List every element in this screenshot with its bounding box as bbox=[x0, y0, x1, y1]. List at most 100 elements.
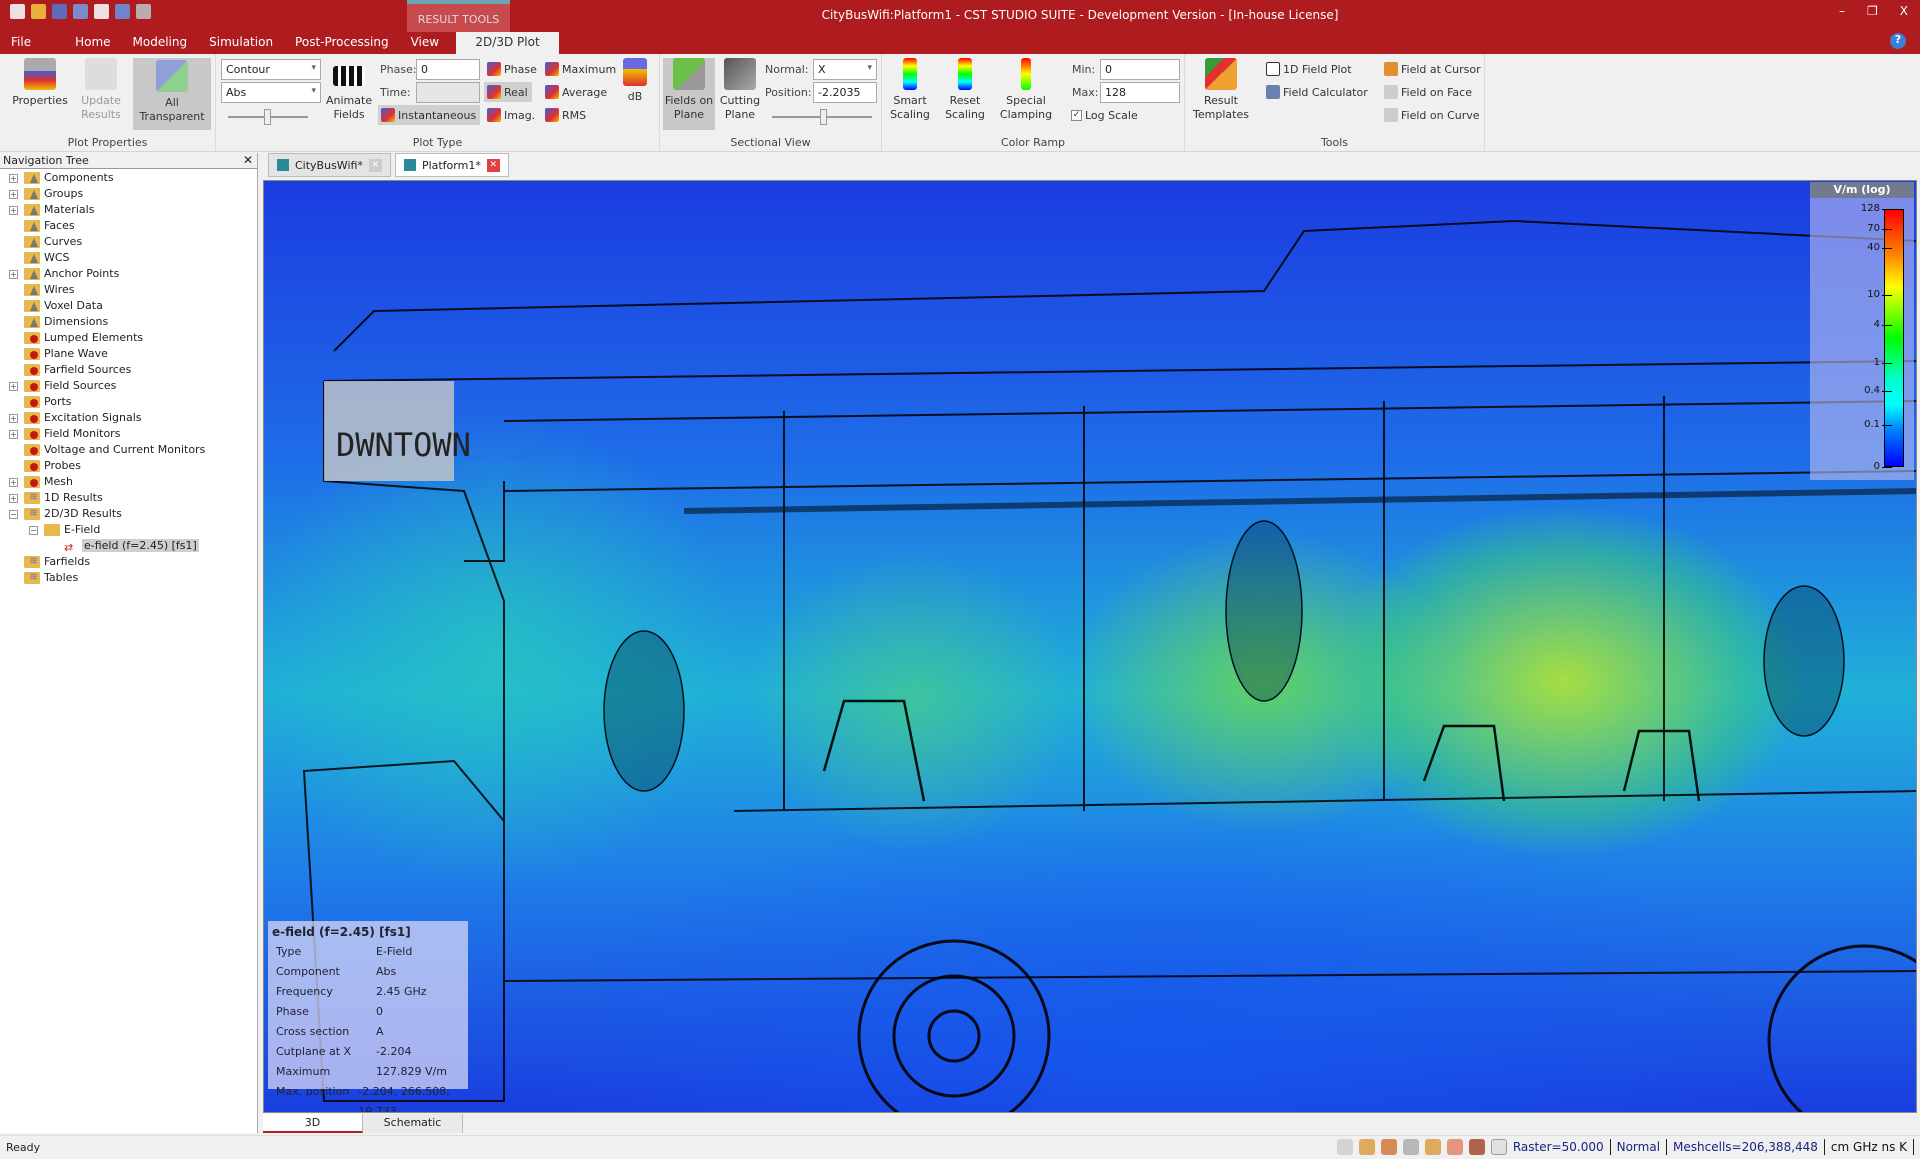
expand-toggle-icon[interactable]: + bbox=[9, 190, 18, 199]
properties-label: Properties bbox=[12, 94, 68, 107]
position-slider[interactable] bbox=[772, 109, 872, 125]
tree-item[interactable]: + Materials bbox=[0, 202, 257, 218]
properties-button[interactable]: Properties bbox=[6, 58, 74, 108]
tree-item[interactable]: WCS bbox=[0, 250, 257, 266]
imag-button[interactable]: Imag. bbox=[484, 105, 538, 125]
cutting-plane-button[interactable]: Cutting Plane bbox=[718, 58, 762, 122]
tree-item[interactable]: Curves bbox=[0, 234, 257, 250]
tab-file[interactable]: File bbox=[0, 32, 42, 54]
fit-view-icon[interactable] bbox=[1446, 1139, 1463, 1155]
tab-2d3d-plot[interactable]: 2D/3D Plot bbox=[456, 32, 560, 54]
tree-item[interactable]: Lumped Elements bbox=[0, 330, 257, 346]
tree-item[interactable]: Probes bbox=[0, 458, 257, 474]
plot-type-select[interactable]: Contour bbox=[221, 59, 321, 80]
expand-toggle-icon[interactable]: + bbox=[9, 414, 18, 423]
maximum-button[interactable]: Maximum bbox=[542, 59, 619, 79]
rms-button[interactable]: RMS bbox=[542, 105, 589, 125]
3d-viewport[interactable]: DWNTOWN V/m (log) 128 70 40 10 4 1 0.4 0.1 0 e-f… bbox=[263, 180, 1917, 1113]
expand-toggle-icon[interactable]: + bbox=[9, 270, 18, 279]
instantaneous-button[interactable]: Instantaneous bbox=[378, 105, 480, 125]
spin-icon[interactable] bbox=[1424, 1139, 1441, 1155]
tree-item[interactable]: + Field Sources bbox=[0, 378, 257, 394]
tree-item[interactable]: + Groups bbox=[0, 186, 257, 202]
expand-toggle-icon[interactable]: + bbox=[9, 478, 18, 487]
tree-item[interactable]: + Anchor Points bbox=[0, 266, 257, 282]
component-select[interactable]: Abs bbox=[221, 82, 321, 103]
tab-platform1[interactable]: Platform1* ✕ bbox=[394, 153, 509, 177]
zoom-icon[interactable] bbox=[1402, 1139, 1419, 1155]
time-input[interactable] bbox=[416, 82, 480, 103]
tree-item[interactable]: Wires bbox=[0, 282, 257, 298]
phase-input[interactable]: 0 bbox=[416, 59, 480, 80]
tree-item[interactable]: Tables bbox=[0, 569, 257, 586]
expand-toggle-icon[interactable]: + bbox=[9, 430, 18, 439]
log-scale-checkbox[interactable]: ✓ Log Scale bbox=[1068, 105, 1141, 125]
tree-item[interactable]: + Field Monitors bbox=[0, 426, 257, 442]
tree-item[interactable]: + Components bbox=[0, 170, 257, 186]
fields-on-plane-button[interactable]: Fields on Plane bbox=[663, 58, 715, 130]
reset-scaling-button[interactable]: Reset Scaling bbox=[942, 58, 988, 122]
tab-modeling[interactable]: Modeling bbox=[122, 32, 199, 54]
update-results-button[interactable]: Update Results bbox=[76, 58, 126, 122]
tree-item[interactable]: Ports bbox=[0, 394, 257, 410]
special-clamping-button[interactable]: Special Clamping bbox=[996, 58, 1056, 122]
field-on-face-button[interactable]: Field on Face bbox=[1381, 82, 1475, 102]
close-tab-icon[interactable]: ✕ bbox=[368, 158, 382, 172]
tree-item[interactable]: + Mesh bbox=[0, 474, 257, 490]
tree-item[interactable]: +1D Results bbox=[0, 489, 257, 506]
tree-item[interactable]: Farfield Sources bbox=[0, 362, 257, 378]
rotate-icon[interactable] bbox=[1380, 1139, 1397, 1155]
position-input[interactable]: -2.2035 bbox=[813, 82, 877, 103]
tree-item[interactable]: Voltage and Current Monitors bbox=[0, 442, 257, 458]
tab-schematic[interactable]: Schematic bbox=[363, 1114, 463, 1133]
expand-toggle-icon[interactable]: + bbox=[9, 206, 18, 215]
view-cube-icon[interactable] bbox=[1490, 1139, 1507, 1155]
material-icon[interactable] bbox=[1468, 1139, 1485, 1155]
normal-select[interactable]: X bbox=[813, 59, 877, 80]
tree-item[interactable]: Farfields bbox=[0, 553, 257, 570]
plot-slider[interactable] bbox=[228, 109, 308, 125]
close-icon[interactable]: ✕ bbox=[243, 153, 253, 167]
zoom-region-icon[interactable] bbox=[1336, 1139, 1353, 1155]
tree-item[interactable]: Faces bbox=[0, 218, 257, 234]
tab-view[interactable]: View bbox=[400, 32, 450, 54]
tab-home[interactable]: Home bbox=[64, 32, 121, 54]
min-input[interactable]: 0 bbox=[1100, 59, 1180, 80]
minimize-button[interactable]: – bbox=[1839, 4, 1845, 18]
tree-item-label: e-field (f=2.45) [fs1] bbox=[82, 539, 199, 552]
field-calculator-button[interactable]: Field Calculator bbox=[1263, 82, 1371, 102]
tab-3d[interactable]: 3D bbox=[263, 1114, 363, 1133]
field-on-curve-button[interactable]: Field on Curve bbox=[1381, 105, 1483, 125]
tree-item[interactable]: + Excitation Signals bbox=[0, 410, 257, 426]
close-button[interactable]: X bbox=[1900, 4, 1908, 18]
tree-item[interactable]: Plane Wave bbox=[0, 346, 257, 362]
expand-toggle-icon[interactable]: + bbox=[9, 174, 18, 183]
help-icon[interactable]: ? bbox=[1890, 33, 1906, 49]
real-button[interactable]: Real bbox=[484, 82, 532, 102]
field-at-cursor-button[interactable]: Field at Cursor bbox=[1381, 59, 1484, 79]
average-button[interactable]: Average bbox=[542, 82, 610, 102]
tree-item[interactable]: Dimensions bbox=[0, 314, 257, 330]
close-tab-icon[interactable]: ✕ bbox=[486, 158, 500, 172]
all-transparent-button[interactable]: All Transparent bbox=[133, 58, 211, 130]
tab-post-processing[interactable]: Post-Processing bbox=[284, 32, 400, 54]
smart-scaling-button[interactable]: Smart Scaling bbox=[890, 58, 930, 122]
restore-button[interactable]: ❐ bbox=[1867, 4, 1878, 18]
result-templates-button[interactable]: Result Templates bbox=[1191, 58, 1251, 122]
tree-item[interactable]: − 2D/3D Results bbox=[0, 505, 257, 522]
tree-item[interactable]: − E-Field bbox=[0, 522, 257, 538]
tree-item[interactable]: ⇄ e-field (f=2.45) [fs1] bbox=[0, 538, 257, 554]
expand-toggle-icon[interactable]: + bbox=[9, 382, 18, 391]
expand-toggle-icon[interactable]: + bbox=[9, 494, 18, 503]
max-input[interactable]: 128 bbox=[1100, 82, 1180, 103]
expand-toggle-icon[interactable]: − bbox=[9, 510, 18, 519]
pan-icon[interactable] bbox=[1358, 1139, 1375, 1155]
db-button[interactable]: dB bbox=[620, 58, 650, 104]
animate-fields-button[interactable]: Animate Fields bbox=[326, 58, 372, 122]
tree-item[interactable]: Voxel Data bbox=[0, 298, 257, 314]
phase-button[interactable]: Phase bbox=[484, 59, 540, 79]
tab-citybuswifi[interactable]: CityBusWifi* ✕ bbox=[268, 153, 391, 177]
expand-toggle-icon[interactable]: − bbox=[29, 526, 38, 535]
tab-simulation[interactable]: Simulation bbox=[198, 32, 284, 54]
1d-field-plot-button[interactable]: 1D Field Plot bbox=[1263, 59, 1355, 79]
